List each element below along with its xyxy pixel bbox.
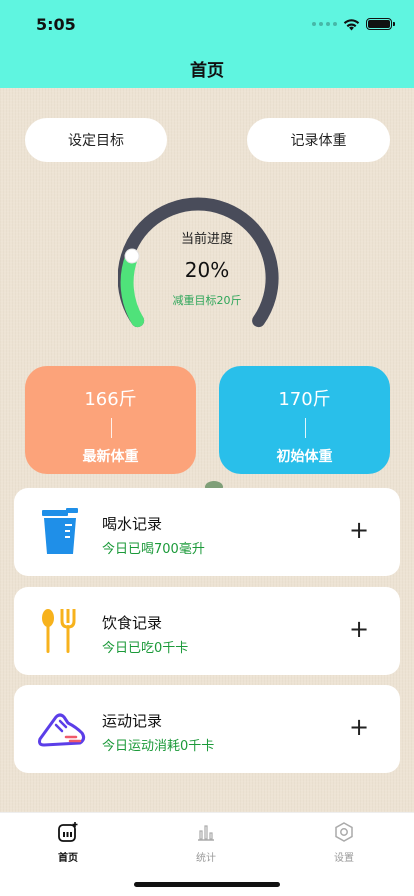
progress-percent: 20% <box>184 258 230 282</box>
divider <box>304 418 306 438</box>
tab-stats[interactable]: 统计 <box>166 821 246 864</box>
record-title: 喝水记录 <box>102 515 163 533</box>
exercise-record-card[interactable]: 运动记录 今日运动消耗0千卡 + <box>14 685 400 773</box>
home-indicator <box>134 882 280 887</box>
add-water-button[interactable]: + <box>344 516 374 546</box>
add-exercise-button[interactable]: + <box>344 713 374 743</box>
status-time: 5:05 <box>36 14 76 34</box>
record-weight-button[interactable]: 记录体重 <box>247 118 390 162</box>
battery-icon <box>366 18 395 30</box>
initial-weight-label: 初始体重 <box>276 449 333 465</box>
spoon-fork-icon <box>42 609 76 653</box>
record-subtitle: 今日已喝700毫升 <box>102 542 205 557</box>
cellular-signal-icon <box>312 22 337 26</box>
tab-settings[interactable]: 设置 <box>304 821 384 864</box>
initial-weight-card[interactable]: 170斤 初始体重 <box>219 366 390 474</box>
latest-weight-value: 166斤 <box>84 389 137 410</box>
record-title: 运动记录 <box>102 712 163 730</box>
divider <box>110 418 112 438</box>
record-title: 饮食记录 <box>102 614 163 632</box>
record-subtitle: 今日运动消耗0千卡 <box>102 739 215 754</box>
bar-chart-icon <box>198 825 214 841</box>
status-bar: 5:05 <box>36 14 395 34</box>
water-record-card[interactable]: 喝水记录 今日已喝700毫升 + <box>14 488 400 576</box>
tab-label: 首页 <box>58 853 78 864</box>
wifi-icon <box>343 18 360 30</box>
initial-weight-value: 170斤 <box>278 389 331 410</box>
add-food-button[interactable]: + <box>344 615 374 645</box>
set-goal-button[interactable]: 设定目标 <box>25 118 167 162</box>
tab-home[interactable]: 首页 <box>28 821 108 864</box>
tab-label: 统计 <box>196 853 216 864</box>
latest-weight-card[interactable]: 166斤 最新体重 <box>25 366 196 474</box>
food-record-card[interactable]: 饮食记录 今日已吃0千卡 + <box>14 587 400 675</box>
latest-weight-label: 最新体重 <box>82 449 139 465</box>
tab-label: 设置 <box>334 853 354 864</box>
app-header: 5:05 首页 <box>0 0 414 88</box>
water-cup-icon <box>42 508 78 554</box>
hexagon-settings-icon <box>335 822 353 842</box>
record-subtitle: 今日已吃0千卡 <box>102 641 189 656</box>
weight-loss-target: 减重目标20斤 <box>172 294 242 307</box>
progress-label: 当前进度 <box>180 232 233 247</box>
scale-icon <box>58 822 78 842</box>
page-title: 首页 <box>190 61 224 81</box>
sneaker-icon <box>38 713 86 747</box>
